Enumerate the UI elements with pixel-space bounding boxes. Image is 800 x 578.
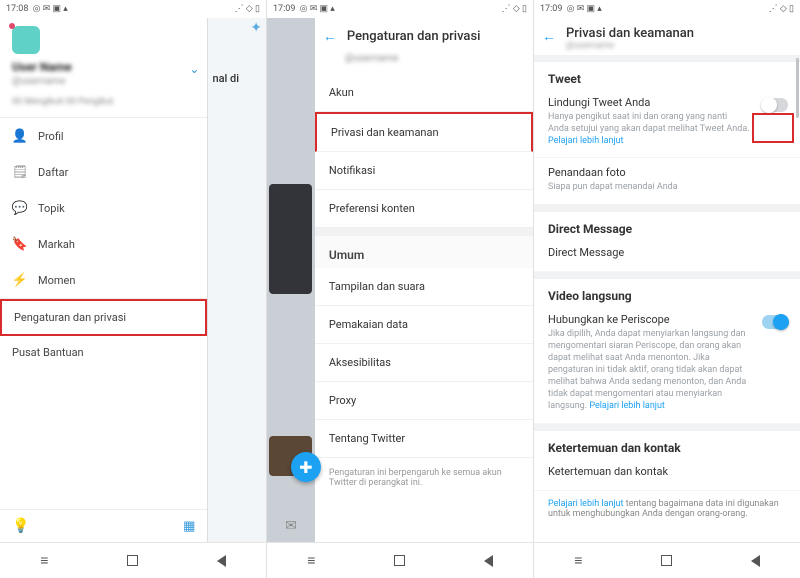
menu-label: Topik: [38, 202, 65, 215]
section-umum: Umum: [315, 236, 533, 268]
row-discoverability[interactable]: Ketertemuan dan kontak: [534, 457, 800, 491]
back-icon[interactable]: ←: [542, 28, 560, 45]
menu-label: Pusat Bantuan: [12, 346, 84, 359]
nav-back[interactable]: [746, 551, 766, 571]
row-tentang-twitter[interactable]: Tentang Twitter: [315, 420, 533, 458]
row-label: Penandaan foto: [548, 166, 786, 179]
moments-icon: ⚡: [12, 272, 28, 288]
row-label: Ketertemuan dan kontak: [548, 465, 786, 478]
menu-profil[interactable]: 👤 Profil: [0, 118, 207, 154]
section-video: Video langsung: [534, 278, 800, 305]
menu-help[interactable]: Pusat Bantuan: [0, 336, 207, 369]
section-discover: Ketertemuan dan kontak: [534, 430, 800, 457]
section-tweet: Tweet: [534, 61, 800, 88]
dm-icon[interactable]: ✉: [285, 518, 297, 534]
bookmark-icon: 🔖: [12, 236, 28, 252]
person-icon: 👤: [12, 128, 28, 144]
learn-more-link[interactable]: Pelajari lebih lanjut: [589, 401, 665, 411]
menu-label: Daftar: [38, 166, 68, 179]
row-tampilan-suara[interactable]: Tampilan dan suara: [315, 268, 533, 306]
nav-recent[interactable]: ≡: [301, 551, 321, 571]
menu-momen[interactable]: ⚡ Momen: [0, 262, 207, 298]
menu-label: Momen: [38, 274, 75, 287]
nav-home[interactable]: [657, 551, 677, 571]
row-akun[interactable]: Akun: [315, 74, 533, 112]
row-notifikasi[interactable]: Notifikasi: [315, 152, 533, 190]
row-desc: Hanya pengikut saat ini dan orang yang n…: [548, 111, 786, 147]
highlight-toggle: [752, 113, 794, 143]
backdrop-text: nal di: [208, 68, 266, 89]
topic-icon: 💬: [12, 200, 28, 216]
nav-recent[interactable]: ≡: [34, 551, 54, 571]
list-icon: 🗒: [12, 164, 28, 180]
status-bar: 17:09 ◎ ✉ ▣ ▴ ⋰ ◇ ▯: [534, 0, 800, 18]
discover-footer: Pelajari lebih lanjut tentang bagaimana …: [534, 491, 800, 527]
nav-home[interactable]: [123, 551, 143, 571]
page-title: Pengaturan dan privasi: [347, 29, 481, 44]
compose-fab[interactable]: ✚: [291, 452, 321, 482]
nav-back[interactable]: [479, 551, 499, 571]
drawer-menu: User Name @username ⌄ 00 Mengikuti 00 Pe…: [0, 18, 207, 542]
menu-label: Profil: [38, 130, 64, 143]
row-label: Hubungkan ke Periscope: [548, 313, 786, 326]
media-thumb: [269, 184, 312, 294]
drawer-backdrop[interactable]: ✦ nal di: [207, 18, 266, 542]
user-name: User Name: [12, 60, 195, 74]
android-navbar: ≡: [267, 542, 533, 578]
row-preferensi-konten[interactable]: Preferensi konten: [315, 190, 533, 228]
sparkle-icon[interactable]: ✦: [250, 20, 262, 36]
row-privasi-keamanan[interactable]: Privasi dan keamanan: [315, 112, 533, 152]
row-aksesibilitas[interactable]: Aksesibilitas: [315, 344, 533, 382]
menu-topik[interactable]: 💬 Topik: [0, 190, 207, 226]
menu-markah[interactable]: 🔖 Markah: [0, 226, 207, 262]
chevron-down-icon[interactable]: ⌄: [189, 62, 199, 76]
pane-privacy-safety: 17:09 ◎ ✉ ▣ ▴ ⋰ ◇ ▯ ← Privasi dan keaman…: [534, 0, 800, 578]
row-direct-message[interactable]: Direct Message: [534, 238, 800, 272]
row-pemakaian-data[interactable]: Pemakaian data: [315, 306, 533, 344]
toggle-protect-tweets[interactable]: [762, 98, 788, 112]
android-navbar: ≡: [534, 542, 800, 578]
account-handle: @username: [315, 51, 533, 74]
page-title: Privasi dan keamanan: [566, 26, 694, 41]
back-icon[interactable]: ←: [323, 28, 341, 45]
pane-settings: 17:09 ◎ ✉ ▣ ▴ ⋰ ◇ ▯ ✚ ✉ ← Pengaturan dan…: [267, 0, 534, 578]
row-proxy[interactable]: Proxy: [315, 382, 533, 420]
section-dm: Direct Message: [534, 211, 800, 238]
toggle-periscope[interactable]: [762, 315, 788, 329]
nav-home[interactable]: [390, 551, 410, 571]
learn-more-link[interactable]: Pelajari lebih lanjut: [548, 136, 624, 146]
row-label: Lindungi Tweet Anda: [548, 96, 786, 109]
user-block[interactable]: User Name @username ⌄: [0, 56, 207, 95]
status-bar: 17:08 ◎ ✉ ▣ ▴ ⋰ ◇ ▯: [0, 0, 266, 18]
settings-footer-note: Pengaturan ini berpengaruh ke semua akun…: [315, 458, 533, 498]
settings-backdrop: ✚ ✉: [267, 18, 315, 542]
bulb-icon[interactable]: 💡: [12, 518, 29, 534]
avatar[interactable]: [12, 26, 40, 54]
row-photo-tagging[interactable]: Penandaan foto Siapa pun dapat menandai …: [534, 158, 800, 204]
menu-label: Pengaturan dan privasi: [14, 311, 126, 324]
qr-icon[interactable]: ▦: [183, 519, 195, 534]
learn-more-link[interactable]: Pelajari lebih lanjut: [548, 499, 624, 509]
menu-daftar[interactable]: 🗒 Daftar: [0, 154, 207, 190]
menu-label: Markah: [38, 238, 75, 251]
account-handle: @username: [566, 41, 694, 51]
row-desc: Siapa pun dapat menandai Anda: [548, 181, 786, 193]
pane-drawer: 17:08 ◎ ✉ ▣ ▴ ⋰ ◇ ▯ User Name @username …: [0, 0, 267, 578]
nav-recent[interactable]: ≡: [568, 551, 588, 571]
nav-back[interactable]: [212, 551, 232, 571]
status-bar: 17:09 ◎ ✉ ▣ ▴ ⋰ ◇ ▯: [267, 0, 533, 18]
row-periscope[interactable]: Hubungkan ke Periscope Jika dipilih, And…: [534, 305, 800, 424]
menu-settings-privacy[interactable]: Pengaturan dan privasi: [0, 299, 207, 336]
user-handle: @username: [12, 76, 195, 87]
android-navbar: ≡: [0, 542, 266, 578]
row-desc: Jika dipilih, Anda dapat menyiarkan lang…: [548, 328, 786, 413]
row-label: Direct Message: [548, 246, 786, 259]
follow-stats: 00 Mengikuti 00 Pengikut: [0, 95, 207, 117]
